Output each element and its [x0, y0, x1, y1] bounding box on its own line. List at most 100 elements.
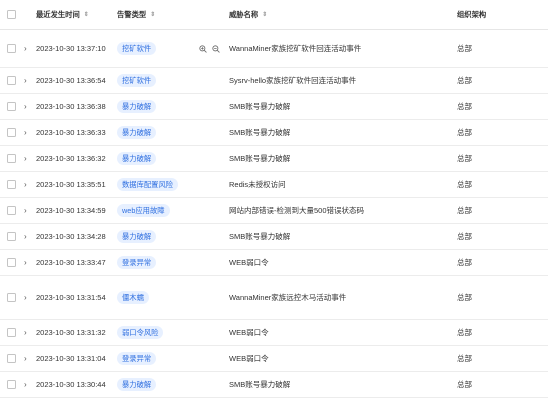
- expand-icon[interactable]: ›: [24, 372, 27, 397]
- select-all-cell[interactable]: [7, 0, 16, 29]
- table-header: 最近发生时间 ⇕ 告警类型 ⇕ 威胁名称 ⇕ 组织架构: [0, 0, 548, 30]
- alert-type-tag[interactable]: 弱口令风险: [117, 326, 164, 339]
- row-checkbox[interactable]: [7, 232, 16, 241]
- sort-icon[interactable]: ⇕: [84, 12, 89, 18]
- alert-time: 2023-10-30 13:31:04: [36, 354, 106, 363]
- alert-time: 2023-10-30 13:34:28: [36, 232, 106, 241]
- row-select-cell[interactable]: [7, 372, 16, 397]
- threat-name[interactable]: WEB弱口令: [229, 320, 269, 345]
- table-row[interactable]: › 2023-10-30 13:35:51 数据库配置风险 Redis未授权访问…: [0, 172, 548, 198]
- org-name: 总部: [457, 76, 472, 85]
- row-select-cell[interactable]: [7, 94, 16, 119]
- alert-type-cell: 登录异常: [117, 250, 157, 275]
- row-select-cell[interactable]: [7, 320, 16, 345]
- org-name: 总部: [457, 44, 472, 53]
- expand-icon[interactable]: ›: [24, 250, 27, 275]
- expand-icon[interactable]: ›: [24, 320, 27, 345]
- row-checkbox[interactable]: [7, 154, 16, 163]
- threat-name[interactable]: Sysrv-hello家族挖矿软件回连活动事件: [229, 68, 356, 93]
- threat-name[interactable]: Redis未授权访问: [229, 172, 286, 197]
- expand-icon[interactable]: ›: [24, 120, 27, 145]
- expand-icon[interactable]: ›: [24, 346, 27, 371]
- select-all-checkbox[interactable]: [7, 10, 16, 19]
- threat-name[interactable]: WEB弱口令: [229, 346, 269, 371]
- row-checkbox[interactable]: [7, 44, 16, 53]
- row-select-cell[interactable]: [7, 68, 16, 93]
- alert-time: 2023-10-30 13:35:51: [36, 180, 106, 189]
- table-row[interactable]: › 2023-10-30 13:37:10 挖矿软件 WannaMiner家族挖…: [0, 30, 548, 68]
- column-header-name[interactable]: 威胁名称 ⇕: [229, 0, 267, 29]
- table-row[interactable]: › 2023-10-30 13:36:32 暴力破解 SMB账号暴力破解 总部: [0, 146, 548, 172]
- row-select-cell[interactable]: [7, 250, 16, 275]
- row-checkbox[interactable]: [7, 102, 16, 111]
- threat-name[interactable]: WEB弱口令: [229, 250, 269, 275]
- row-select-cell[interactable]: [7, 198, 16, 223]
- alert-type-tag[interactable]: 挖矿软件: [117, 74, 157, 87]
- table-row[interactable]: › 2023-10-30 13:34:28 暴力破解 SMB账号暴力破解 总部: [0, 224, 548, 250]
- alert-type-tag[interactable]: 挖矿软件: [117, 42, 157, 55]
- sort-icon[interactable]: ⇕: [150, 12, 155, 18]
- alert-type-cell: 暴力破解: [117, 146, 157, 171]
- table-row[interactable]: › 2023-10-30 13:30:44 暴力破解 SMB账号暴力破解 总部: [0, 372, 548, 398]
- column-header-org: 组织架构: [457, 0, 486, 29]
- alert-time: 2023-10-30 13:34:59: [36, 206, 106, 215]
- row-checkbox[interactable]: [7, 380, 16, 389]
- threat-name[interactable]: 网站内部错误-检测到大量500错误状态码: [229, 198, 364, 223]
- row-select-cell[interactable]: [7, 30, 16, 67]
- expand-icon[interactable]: ›: [24, 94, 27, 119]
- threat-name[interactable]: SMB账号暴力破解: [229, 120, 290, 145]
- row-checkbox[interactable]: [7, 354, 16, 363]
- alert-type-tag[interactable]: 登录异常: [117, 256, 157, 269]
- table-row[interactable]: › 2023-10-30 13:31:04 登录异常 WEB弱口令 总部: [0, 346, 548, 372]
- alert-type-cell: 弱口令风险: [117, 320, 164, 345]
- threat-name[interactable]: SMB账号暴力破解: [229, 224, 290, 249]
- row-checkbox[interactable]: [7, 258, 16, 267]
- expand-icon[interactable]: ›: [24, 172, 27, 197]
- table-row[interactable]: › 2023-10-30 13:34:59 web应用故障 网站内部错误-检测到…: [0, 198, 548, 224]
- alert-type-tag[interactable]: 暴力破解: [117, 100, 157, 113]
- alert-type-tag[interactable]: 暴力破解: [117, 152, 157, 165]
- expand-icon[interactable]: ›: [24, 146, 27, 171]
- zoom-out-icon[interactable]: [212, 44, 220, 53]
- expand-icon[interactable]: ›: [24, 276, 27, 319]
- table-row[interactable]: › 2023-10-30 13:33:47 登录异常 WEB弱口令 总部: [0, 250, 548, 276]
- expand-icon[interactable]: ›: [24, 30, 27, 67]
- row-select-cell[interactable]: [7, 172, 16, 197]
- row-checkbox[interactable]: [7, 180, 16, 189]
- threat-name[interactable]: WannaMiner家族远控木马活动事件: [229, 276, 346, 319]
- column-header-type[interactable]: 告警类型 ⇕: [117, 0, 155, 29]
- alert-type-tag[interactable]: 暴力破解: [117, 230, 157, 243]
- row-checkbox[interactable]: [7, 128, 16, 137]
- alert-type-tag[interactable]: 暴力破解: [117, 378, 157, 391]
- row-select-cell[interactable]: [7, 276, 16, 319]
- expand-icon[interactable]: ›: [24, 68, 27, 93]
- column-header-time[interactable]: 最近发生时间 ⇕: [36, 0, 89, 29]
- sort-icon[interactable]: ⇕: [262, 12, 267, 18]
- alert-type-cell: 登录异常: [117, 346, 157, 371]
- row-select-cell[interactable]: [7, 224, 16, 249]
- table-row[interactable]: › 2023-10-30 13:31:54 僵木蠕 WannaMiner家族远控…: [0, 276, 548, 320]
- alert-type-tag[interactable]: 登录异常: [117, 352, 157, 365]
- alert-type-tag[interactable]: 僵木蠕: [117, 291, 149, 304]
- table-row[interactable]: › 2023-10-30 13:36:54 挖矿软件 Sysrv-hello家族…: [0, 68, 548, 94]
- expand-icon[interactable]: ›: [24, 224, 27, 249]
- zoom-in-icon[interactable]: [199, 44, 207, 53]
- table-row[interactable]: › 2023-10-30 13:36:33 暴力破解 SMB账号暴力破解 总部: [0, 120, 548, 146]
- threat-name[interactable]: SMB账号暴力破解: [229, 94, 290, 119]
- table-row[interactable]: › 2023-10-30 13:31:32 弱口令风险 WEB弱口令 总部: [0, 320, 548, 346]
- alert-type-tag[interactable]: 数据库配置风险: [117, 178, 179, 191]
- row-select-cell[interactable]: [7, 146, 16, 171]
- expand-icon[interactable]: ›: [24, 198, 27, 223]
- row-checkbox[interactable]: [7, 328, 16, 337]
- row-select-cell[interactable]: [7, 346, 16, 371]
- row-checkbox[interactable]: [7, 206, 16, 215]
- threat-name[interactable]: WannaMiner家族挖矿软件回连活动事件: [229, 30, 361, 67]
- threat-name[interactable]: SMB账号暴力破解: [229, 372, 290, 397]
- alert-type-tag[interactable]: 暴力破解: [117, 126, 157, 139]
- row-checkbox[interactable]: [7, 76, 16, 85]
- alert-type-tag[interactable]: web应用故障: [117, 204, 170, 217]
- row-select-cell[interactable]: [7, 120, 16, 145]
- table-row[interactable]: › 2023-10-30 13:36:38 暴力破解 SMB账号暴力破解 总部: [0, 94, 548, 120]
- threat-name[interactable]: SMB账号暴力破解: [229, 146, 290, 171]
- row-checkbox[interactable]: [7, 293, 16, 302]
